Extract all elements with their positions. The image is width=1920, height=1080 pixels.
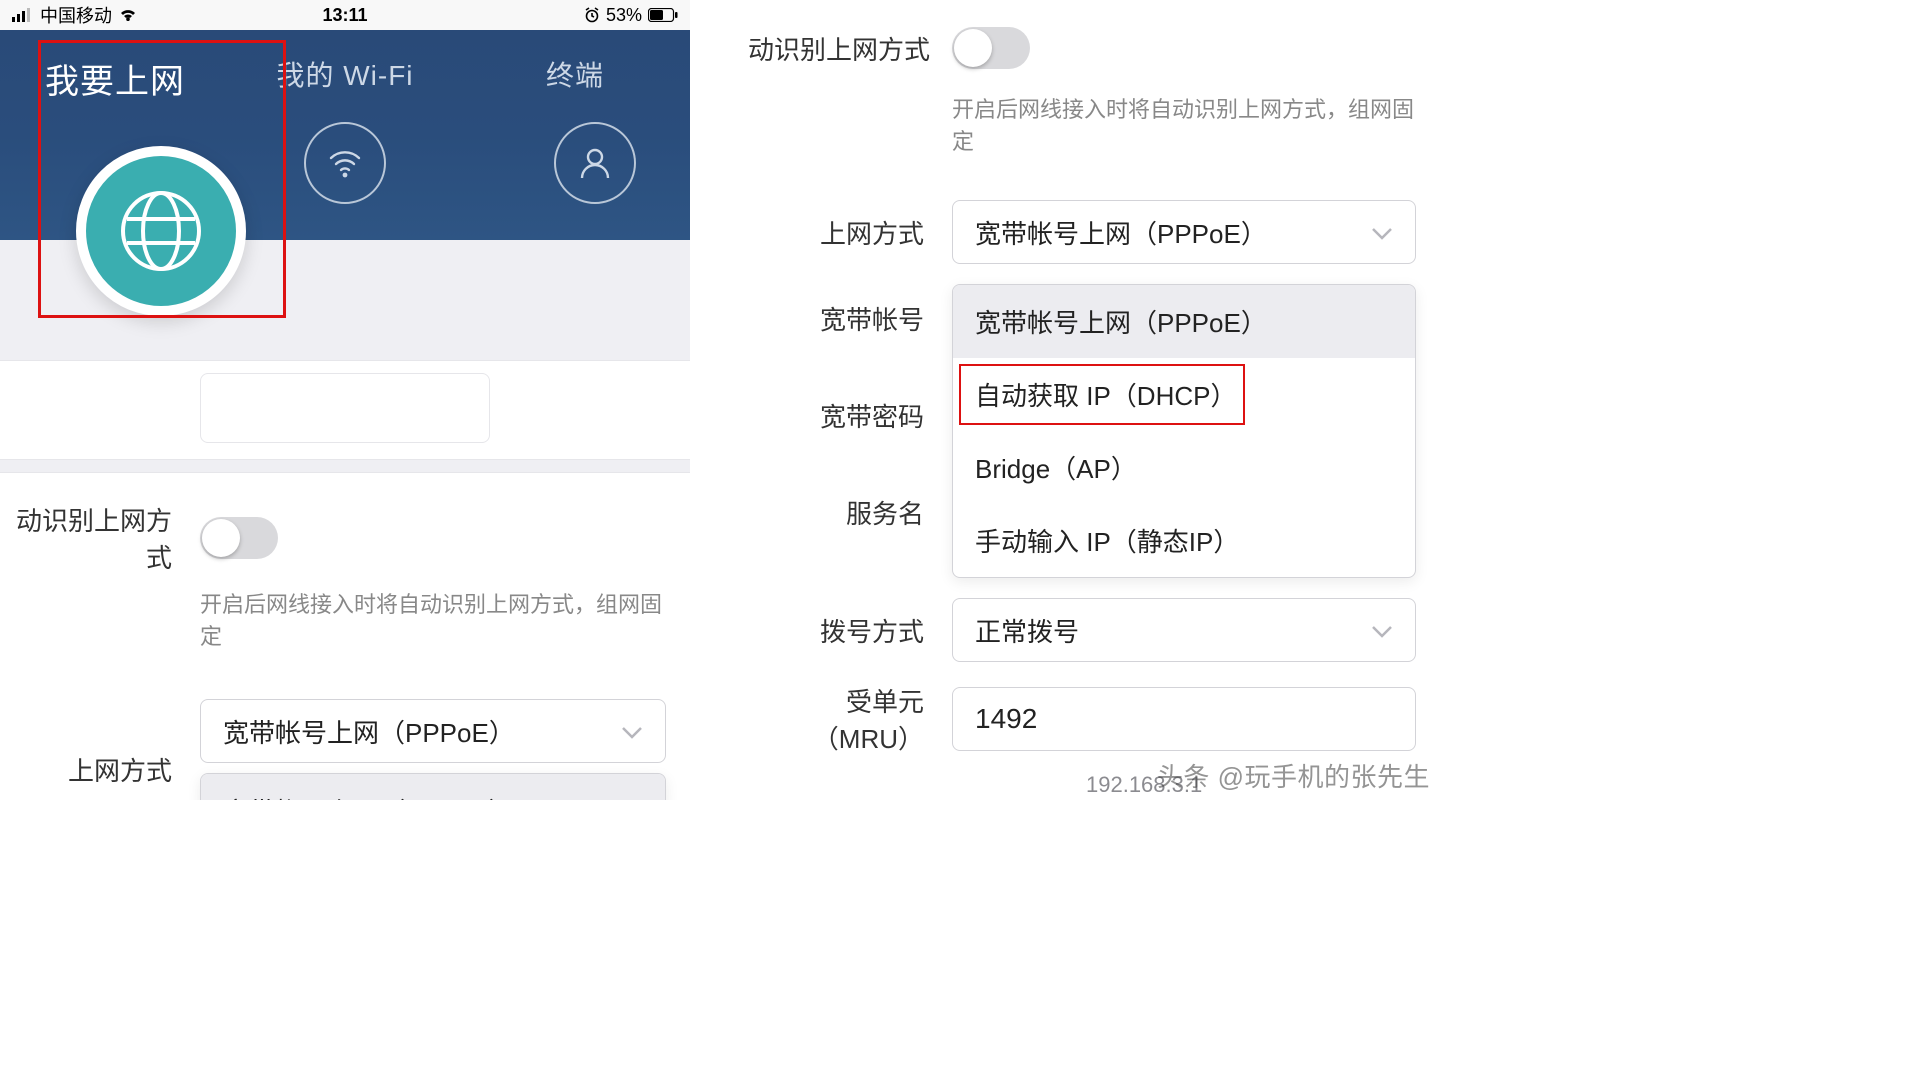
battery-pct-label: 53% [606, 5, 642, 26]
wifi-icon [118, 8, 138, 22]
chevron-down-icon [1371, 615, 1393, 646]
dropdown-option-bridge[interactable]: Bridge（AP） [953, 431, 1415, 504]
auto-detect-toggle[interactable] [952, 27, 1030, 69]
wifi-circle-icon [304, 122, 386, 204]
auto-detect-label: 动识别上网方式 [748, 30, 952, 67]
battery-icon [648, 8, 678, 22]
dropdown-option-static[interactable]: 手动输入 IP（静态IP） [953, 504, 1415, 577]
conn-mode-value: 宽带帐号上网（PPPoE） [223, 713, 515, 750]
conn-mode-label: 上网方式 [0, 751, 200, 788]
conn-mode-dropdown-partial[interactable]: 宽带帐号上网（PPPoE） [200, 773, 666, 800]
tab-wifi[interactable]: 我的 Wi-Fi [230, 30, 460, 204]
header-tabs: 我要上网 我的 Wi-Fi 终端 [0, 30, 690, 240]
user-circle-icon [554, 122, 636, 204]
alarm-icon [584, 7, 600, 23]
conn-mode-dropdown[interactable]: 宽带帐号上网（PPPoE） 自动获取 IP（DHCP） Bridge（AP） 手… [952, 284, 1416, 578]
service-label: 服务名 [748, 494, 952, 531]
blank-card [0, 360, 690, 460]
left-screenshot: 中国移动 13:11 53% 我要上网 我的 Wi [0, 0, 712, 800]
dropdown-option-pppoe[interactable]: 宽带帐号上网（PPPoE） [953, 285, 1415, 358]
signal-icon [12, 8, 34, 22]
password-label: 宽带密码 [748, 397, 952, 434]
chevron-down-icon [621, 716, 643, 747]
globe-circle-icon[interactable] [76, 146, 246, 316]
account-label: 宽带帐号 [748, 300, 952, 337]
conn-mode-value: 宽带帐号上网（PPPoE） [975, 214, 1267, 251]
status-bar: 中国移动 13:11 53% [0, 0, 690, 30]
carrier-label: 中国移动 [40, 2, 112, 28]
dropdown-option-dhcp[interactable]: 自动获取 IP（DHCP） [953, 358, 1415, 431]
tab-label: 我要上网 [45, 54, 185, 103]
mru-input[interactable]: 1492 [952, 687, 1416, 751]
chevron-down-icon [1371, 217, 1393, 248]
conn-mode-select[interactable]: 宽带帐号上网（PPPoE） [952, 200, 1416, 264]
dial-mode-label: 拨号方式 [748, 612, 952, 649]
dropdown-option[interactable]: 宽带帐号上网（PPPoE） [201, 774, 665, 800]
tab-label: 终端 [546, 54, 604, 94]
mru-label: 受单元（MRU） [748, 682, 952, 756]
dial-mode-value: 正常拨号 [975, 612, 1079, 649]
auto-detect-hint: 开启后网线接入时将自动识别上网方式，组网固定 [200, 587, 666, 651]
right-screenshot: 动识别上网方式 开启后网线接入时将自动识别上网方式，组网固定 上网方式 宽带帐号… [712, 0, 1440, 800]
conn-mode-select[interactable]: 宽带帐号上网（PPPoE） [200, 699, 666, 763]
auto-detect-hint: 开启后网线接入时将自动识别上网方式，组网固定 [952, 92, 1416, 156]
tab-internet[interactable]: 我要上网 [0, 30, 230, 103]
auto-detect-label: 动识别上网方式 [0, 501, 200, 575]
conn-mode-label: 上网方式 [748, 214, 952, 251]
auto-detect-toggle[interactable] [200, 517, 278, 559]
settings-panel: 动识别上网方式 开启后网线接入时将自动识别上网方式，组网固定 上网方式 宽带帐号… [0, 472, 690, 800]
clock-label: 13:11 [322, 5, 367, 26]
watermark: 头条 @玩手机的张先生 [1157, 757, 1430, 794]
dial-mode-select[interactable]: 正常拨号 [952, 598, 1416, 662]
tab-terminals[interactable]: 终端 [460, 30, 690, 204]
tab-label: 我的 Wi-Fi [276, 54, 413, 94]
mru-value: 1492 [975, 703, 1037, 735]
